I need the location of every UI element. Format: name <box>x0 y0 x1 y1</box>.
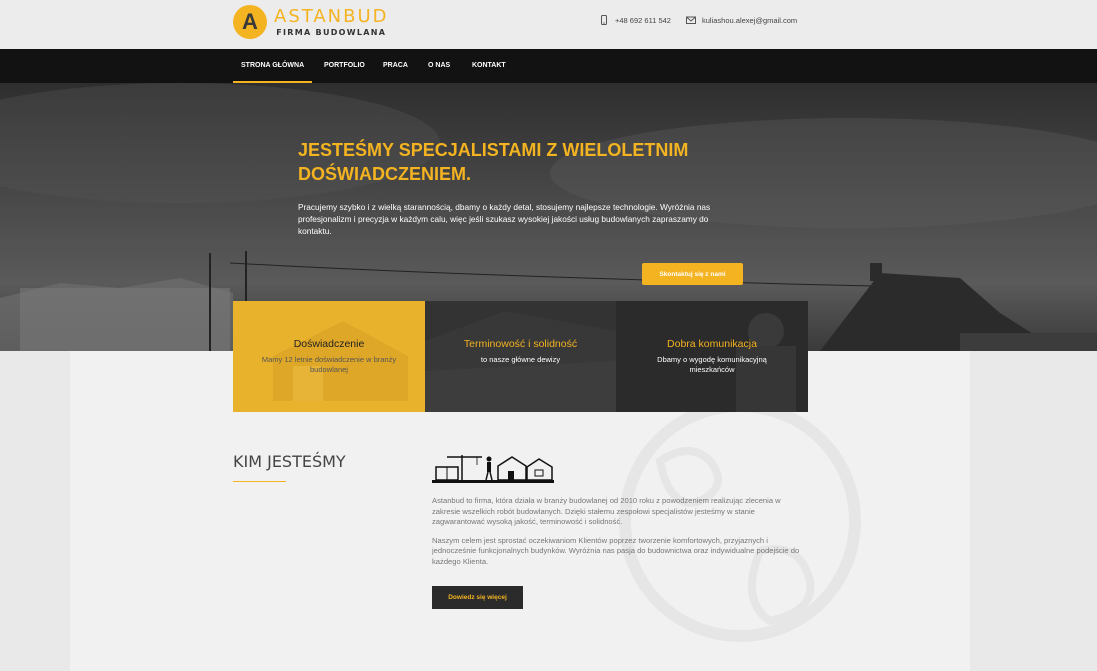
nav-item-portfolio[interactable]: PORTFOLIO <box>324 49 365 83</box>
logo-text: ASTANBUD FIRMA BUDOWLANA <box>274 5 389 38</box>
feature-communication: Dobra komunikacja Dbamy o wygodę komunik… <box>616 301 808 412</box>
hero-description: Pracujemy szybko i z wielką starannością… <box>298 202 711 236</box>
feature-description: to nasze główne dewizy <box>480 355 561 364</box>
email-contact[interactable]: kuliashou.alexej@gmail.com <box>686 15 797 25</box>
feature-title: Terminowość i solidność <box>463 338 578 350</box>
logo[interactable]: A ASTANBUD FIRMA BUDOWLANA <box>233 5 389 39</box>
feature-experience: Doświadczenie Mamy 12 letnie doświadczen… <box>233 301 425 412</box>
nav-item-o-nas[interactable]: O NAS <box>428 49 450 83</box>
feature-title: Doświadczenie <box>293 338 365 350</box>
logo-icon: A <box>233 5 267 39</box>
title-underline <box>233 481 286 482</box>
mail-icon <box>686 16 696 24</box>
phone-icon <box>601 15 607 25</box>
top-bar: A ASTANBUD FIRMA BUDOWLANA +48 692 611 5… <box>0 0 1097 49</box>
feature-title: Dobra komunikacja <box>667 338 757 350</box>
phone-number: +48 692 611 542 <box>615 15 671 25</box>
nav-item-kontakt[interactable]: KONTAKT <box>472 49 506 83</box>
main-nav: STRONA GŁÓWNA PORTFOLIO PRACA O NAS KONT… <box>0 49 1097 83</box>
nav-item-home[interactable]: STRONA GŁÓWNA <box>232 49 313 83</box>
about-paragraph: Astanbud to firma, która działa w branży… <box>432 496 781 526</box>
learn-more-button[interactable]: Dowiedz się więcej <box>432 586 523 609</box>
brand-name: ASTANBUD <box>274 5 389 27</box>
about-text: Astanbud to firma, która działa w branży… <box>432 496 807 567</box>
feature-description: Mamy 12 letnie doświadczenie w branży bu… <box>261 355 397 374</box>
logo-initial: A <box>242 9 258 34</box>
feature-description: Dbamy o wygodę komunikacyjną mieszkańców <box>657 355 767 374</box>
about-paragraph: Naszym celem jest sprostać oczekiwaniom … <box>432 535 800 566</box>
brand-tagline: FIRMA BUDOWLANA <box>276 27 387 37</box>
email-address: kuliashou.alexej@gmail.com <box>702 15 798 25</box>
phone-contact[interactable]: +48 692 611 542 <box>599 15 671 25</box>
hero-title: JESTEŚMY SPECJALISTAMI Z WIELOLETNIM DOŚ… <box>298 140 689 184</box>
feature-timeliness: Terminowość i solidność to nasze główne … <box>425 301 616 412</box>
nav-item-praca[interactable]: PRACA <box>383 49 408 83</box>
construction-illustration-icon <box>432 455 554 483</box>
about-title: KIM JESTEŚMY <box>233 452 346 471</box>
contact-us-button[interactable]: Skontaktuj się z nami <box>642 263 743 285</box>
